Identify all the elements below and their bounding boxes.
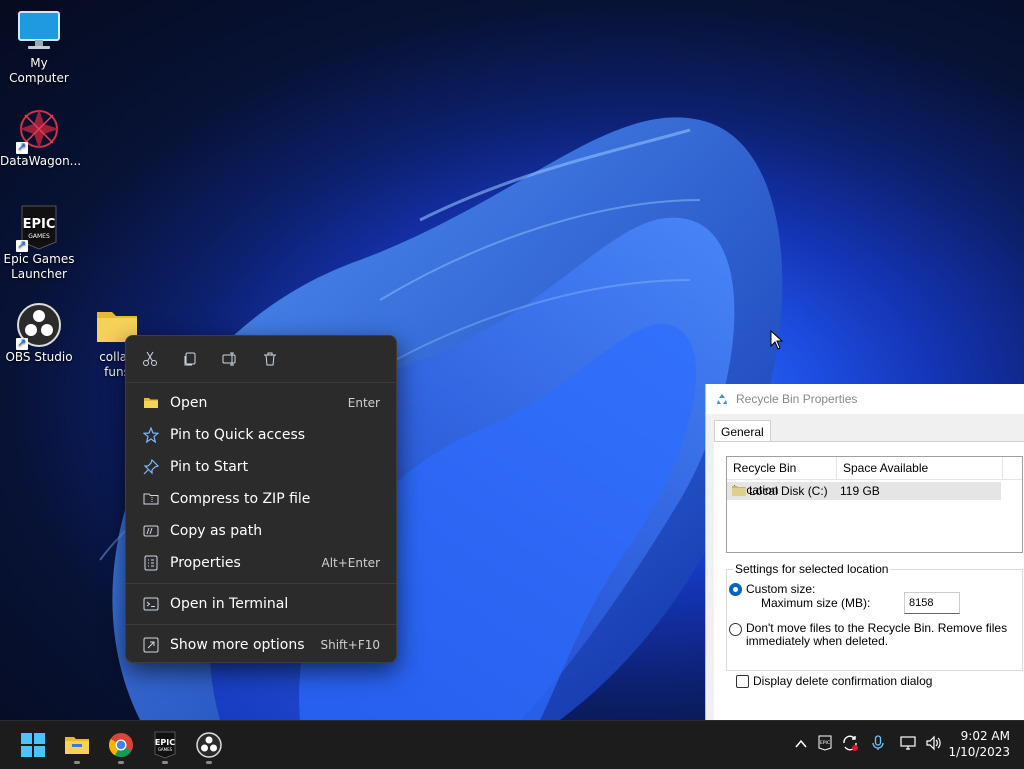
obs-studio-button[interactable] <box>195 731 223 759</box>
menu-item-pin-quick-access[interactable]: Pin to Quick access <box>126 419 396 451</box>
dont-move-radio[interactable] <box>729 623 742 636</box>
desktop-icon-obs-studio[interactable]: OBS Studio <box>0 302 78 365</box>
menu-item-properties[interactable]: Properties Alt+Enter <box>126 547 396 579</box>
confirm-delete-checkbox[interactable] <box>736 674 749 688</box>
file-explorer-button[interactable] <box>63 731 91 759</box>
running-indicator <box>162 761 168 764</box>
star-icon <box>142 426 160 444</box>
epic-tray-icon[interactable]: EPIC <box>818 735 832 751</box>
clock-date: 1/10/2023 <box>948 745 1010 759</box>
system-clock[interactable]: 9:02 AM 1/10/2023 <box>948 728 1010 760</box>
rename-icon[interactable] <box>218 347 242 371</box>
cut-icon[interactable] <box>138 347 162 371</box>
location-list[interactable]: Recycle Bin Location Space Available Loc… <box>726 456 1023 553</box>
taskbar: EPIC GAMES EPIC 9:02 AM 1/10/2023 <box>0 720 1024 769</box>
chrome-icon <box>108 733 133 758</box>
terminal-icon <box>142 595 160 613</box>
recycle-bin-properties-dialog: Recycle Bin Properties General Recycle B… <box>705 384 1024 720</box>
running-indicator <box>74 761 80 764</box>
general-panel: Recycle Bin Location Space Available Loc… <box>714 441 1024 720</box>
volume-icon[interactable] <box>925 735 943 751</box>
menu-item-copy-as-path[interactable]: Copy as path <box>126 515 396 547</box>
obs-icon <box>196 732 222 758</box>
path-icon <box>142 522 160 540</box>
delete-icon[interactable] <box>258 347 282 371</box>
max-size-label: Maximum size (MB): <box>761 596 871 610</box>
svg-text:GAMES: GAMES <box>28 233 50 240</box>
settings-group: Settings for selected location Custom si… <box>726 562 1023 671</box>
datawagon-icon <box>16 106 62 154</box>
epic-games-icon: EPIC GAMES <box>154 731 176 759</box>
svg-text:EPIC: EPIC <box>23 217 56 232</box>
max-size-input[interactable]: 8158 <box>904 592 960 614</box>
svg-text:EPIC: EPIC <box>820 740 830 746</box>
menu-separator <box>126 624 396 625</box>
list-header: Recycle Bin Location Space Available <box>727 457 1022 497</box>
settings-group-title: Settings for selected location <box>733 562 891 576</box>
file-explorer-icon <box>65 737 89 754</box>
desktop-icon-label: DataWagon... <box>0 154 82 168</box>
epic-games-button[interactable]: EPIC GAMES <box>151 731 179 759</box>
shortcut-arrow-icon <box>16 139 28 154</box>
context-menu-toolbar <box>126 336 396 383</box>
confirm-delete-label: Display delete confirmation dialog <box>753 674 933 688</box>
dont-move-label-line2: immediately when deleted. <box>746 634 889 648</box>
more-options-icon <box>142 636 160 654</box>
desktop-icon-label: My Computer <box>9 56 69 85</box>
pin-icon <box>142 458 160 476</box>
desktop-icon-my-computer[interactable]: My Computer <box>0 8 78 86</box>
menu-item-pin-to-start[interactable]: Pin to Start <box>126 451 396 483</box>
desktop-icon-label: OBS Studio <box>5 350 73 364</box>
tab-general[interactable]: General <box>714 420 771 443</box>
start-button[interactable] <box>19 731 47 759</box>
clock-time: 9:02 AM <box>960 729 1010 743</box>
menu-item-open[interactable]: Open Enter <box>126 387 396 419</box>
sync-icon[interactable] <box>841 734 859 752</box>
monitor-icon <box>16 8 62 54</box>
custom-size-radio[interactable] <box>729 582 742 596</box>
copy-icon[interactable] <box>178 347 202 371</box>
dialog-tabs: General <box>706 414 1024 443</box>
properties-icon <box>142 554 160 572</box>
shortcut-arrow-icon <box>16 335 28 350</box>
column-header-location[interactable]: Recycle Bin Location <box>727 457 837 497</box>
epic-games-icon: EPIC GAMES <box>16 204 62 252</box>
chrome-button[interactable] <box>107 731 135 759</box>
network-icon[interactable] <box>900 735 918 751</box>
drive-folder-icon <box>732 486 746 496</box>
custom-size-label: Custom size: <box>746 582 816 596</box>
desktop-icon-datawagon[interactable]: DataWagon... <box>0 106 82 169</box>
column-header-space[interactable]: Space Available <box>837 457 1003 479</box>
running-indicator <box>206 761 212 764</box>
menu-item-open-in-terminal[interactable]: Open in Terminal <box>126 588 396 620</box>
zip-icon <box>142 490 160 508</box>
desktop-icon-epic-games[interactable]: EPIC GAMES Epic Games Launcher <box>0 204 78 282</box>
windows-logo-icon <box>21 733 45 757</box>
folder-icon <box>142 394 160 412</box>
desktop-icon-label: Epic Games Launcher <box>3 252 75 281</box>
chevron-up-icon[interactable] <box>794 737 808 751</box>
dialog-title-bar[interactable]: Recycle Bin Properties <box>706 384 1024 414</box>
obs-icon <box>16 302 62 350</box>
recycle-icon <box>717 394 727 404</box>
list-item[interactable]: Local Disk (C:) 119 GB <box>727 482 1001 500</box>
svg-text:GAMES: GAMES <box>158 747 173 752</box>
menu-separator <box>126 583 396 584</box>
location-name: Local Disk (C:) <box>749 484 828 498</box>
space-available: 119 GB <box>840 484 880 498</box>
running-indicator <box>118 761 124 764</box>
mouse-cursor-icon <box>770 330 784 350</box>
context-menu: Open Enter Pin to Quick access Pin to St… <box>125 335 397 663</box>
svg-text:EPIC: EPIC <box>155 738 175 747</box>
menu-item-show-more-options[interactable]: Show more options Shift+F10 <box>126 629 396 661</box>
microphone-icon[interactable] <box>871 735 885 751</box>
dialog-title: Recycle Bin Properties <box>736 392 858 406</box>
shortcut-arrow-icon <box>16 237 28 252</box>
menu-item-compress-zip[interactable]: Compress to ZIP file <box>126 483 396 515</box>
